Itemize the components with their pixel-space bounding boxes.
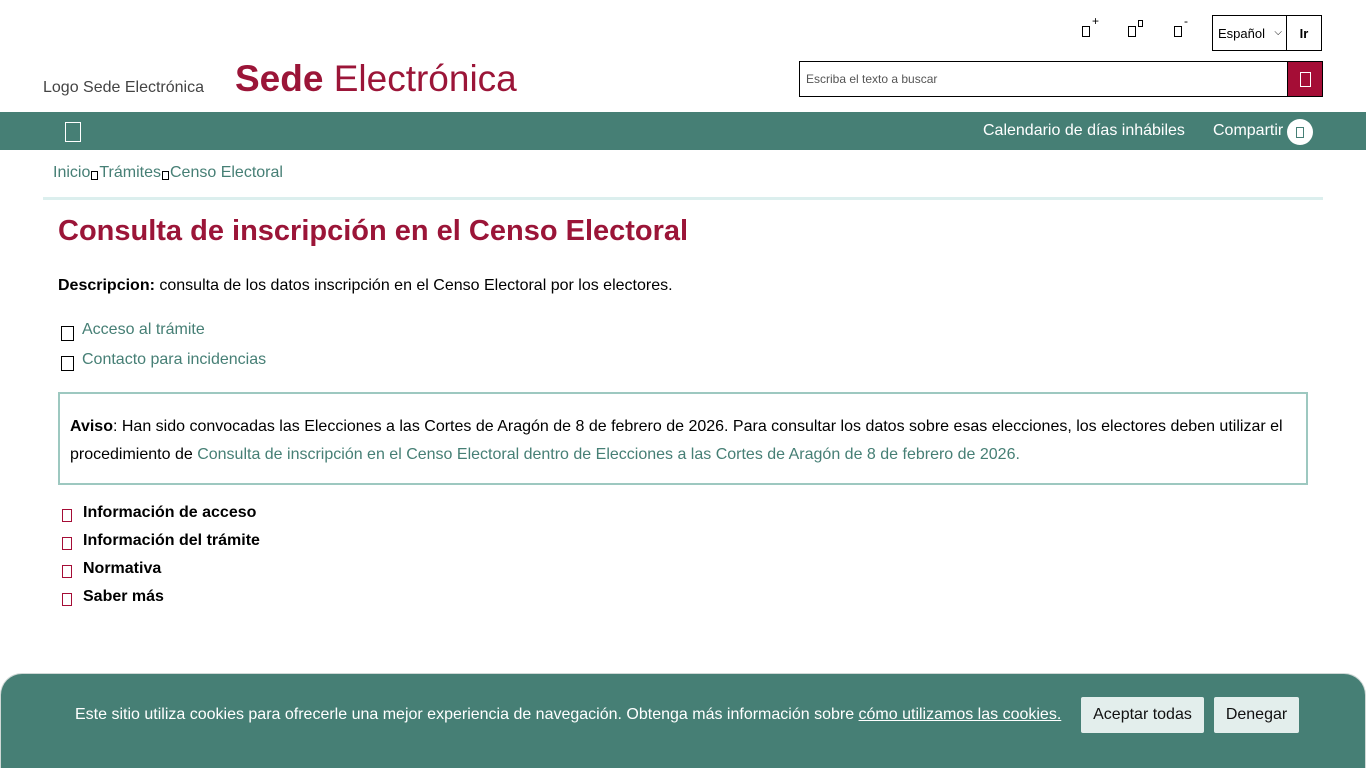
procedure-links: Acceso al trámite Contacto para incidenc… [61, 315, 266, 375]
notice-link[interactable]: Consulta de inscripción en el Censo Elec… [197, 446, 1015, 463]
expand-icon [62, 564, 72, 578]
section-procedure-info[interactable]: Información del trámite [62, 527, 260, 555]
cookie-banner: Este sitio utiliza cookies para ofrecerl… [0, 673, 1366, 768]
access-procedure-link[interactable]: Acceso al trámite [61, 315, 266, 345]
language-selector: Español ⌵ Ir [1212, 15, 1322, 51]
chevron-right-icon [162, 170, 169, 180]
menu-icon[interactable] [65, 122, 81, 142]
font-decrease-button[interactable]: - [1168, 14, 1214, 44]
section-label: Información del trámite [83, 532, 260, 549]
font-increase-button[interactable]: + [1076, 14, 1122, 44]
description-label: Descripcion: [58, 277, 155, 294]
search-button[interactable] [1287, 61, 1323, 97]
section-learn-more[interactable]: Saber más [62, 583, 260, 611]
breadcrumb-item-inicio[interactable]: Inicio [53, 164, 90, 182]
font-size-controls: + - [1076, 14, 1214, 44]
site-header: + - Español ⌵ Ir Logo Sede Electrónica S… [0, 0, 1366, 112]
site-logo[interactable]: Logo Sede Electrónica [43, 79, 204, 97]
cookie-text: Este sitio utiliza cookies para ofrecerl… [75, 706, 859, 723]
info-sections: Información de acceso Información del tr… [62, 499, 260, 611]
search-icon [1299, 71, 1311, 87]
accept-cookies-button[interactable]: Aceptar todas [1081, 697, 1204, 733]
section-label: Normativa [83, 560, 162, 577]
link-label: Contacto para incidencias [82, 351, 267, 368]
section-regulations[interactable]: Normativa [62, 555, 260, 583]
share-button[interactable] [1287, 119, 1313, 145]
text-size-icon [1082, 26, 1090, 37]
breadcrumb-item-tramites[interactable]: Trámites [99, 164, 161, 182]
site-title[interactable]: Sede Electrónica [235, 58, 517, 100]
breadcrumb-item-censo[interactable]: Censo Electoral [170, 164, 283, 182]
text-size-icon [1174, 26, 1182, 37]
site-title-rest: Electrónica [333, 58, 517, 99]
cookie-policy-link[interactable]: cómo utilizamos las cookies. [859, 706, 1062, 723]
text-size-icon [1128, 26, 1136, 37]
search-input[interactable]: Escriba el texto a buscar [799, 61, 1287, 97]
logo-alt-text: Logo Sede Electrónica [43, 79, 204, 96]
notice-label: Aviso [70, 418, 113, 435]
language-select[interactable]: Español ⌵ [1213, 16, 1287, 50]
language-go-button[interactable]: Ir [1287, 16, 1321, 50]
notice-end: . [1015, 446, 1020, 463]
language-selected: Español [1218, 25, 1265, 41]
incident-contact-link[interactable]: Contacto para incidencias [61, 345, 266, 375]
page-title: Consulta de inscripción en el Censo Elec… [58, 215, 689, 247]
deny-cookies-button[interactable]: Denegar [1214, 697, 1299, 733]
external-link-icon [61, 325, 74, 341]
minus-icon: - [1184, 14, 1188, 28]
section-access-info[interactable]: Información de acceso [62, 499, 260, 527]
expand-icon [62, 508, 72, 522]
section-label: Información de acceso [83, 504, 257, 521]
breadcrumb: Inicio Trámites Censo Electoral [53, 164, 283, 182]
mail-icon [61, 355, 74, 371]
breadcrumb-divider [43, 197, 1323, 200]
plus-icon: + [1092, 14, 1100, 28]
description: Descripcion: consulta de los datos inscr… [58, 277, 673, 295]
cookie-message: Este sitio utiliza cookies para ofrecerl… [75, 706, 1061, 724]
font-reset-button[interactable] [1122, 14, 1168, 44]
search-bar: Escriba el texto a buscar [799, 61, 1323, 97]
link-label: Acceso al trámite [82, 321, 205, 338]
expand-icon [62, 592, 72, 606]
description-text: consulta de los datos inscripción en el … [154, 277, 673, 294]
share-icon [1296, 126, 1304, 138]
share-link[interactable]: Compartir [1213, 122, 1283, 140]
chevron-down-icon: ⌵ [1274, 27, 1282, 38]
nav-bar: Calendario de días inhábiles Compartir [0, 112, 1366, 150]
section-label: Saber más [83, 588, 164, 605]
notice-box: Aviso: Han sido convocadas las Eleccione… [58, 392, 1308, 485]
calendar-link[interactable]: Calendario de días inhábiles [983, 122, 1185, 140]
expand-icon [62, 536, 72, 550]
reset-icon [1138, 20, 1143, 27]
chevron-right-icon [91, 170, 99, 180]
site-title-bold: Sede [235, 58, 324, 99]
